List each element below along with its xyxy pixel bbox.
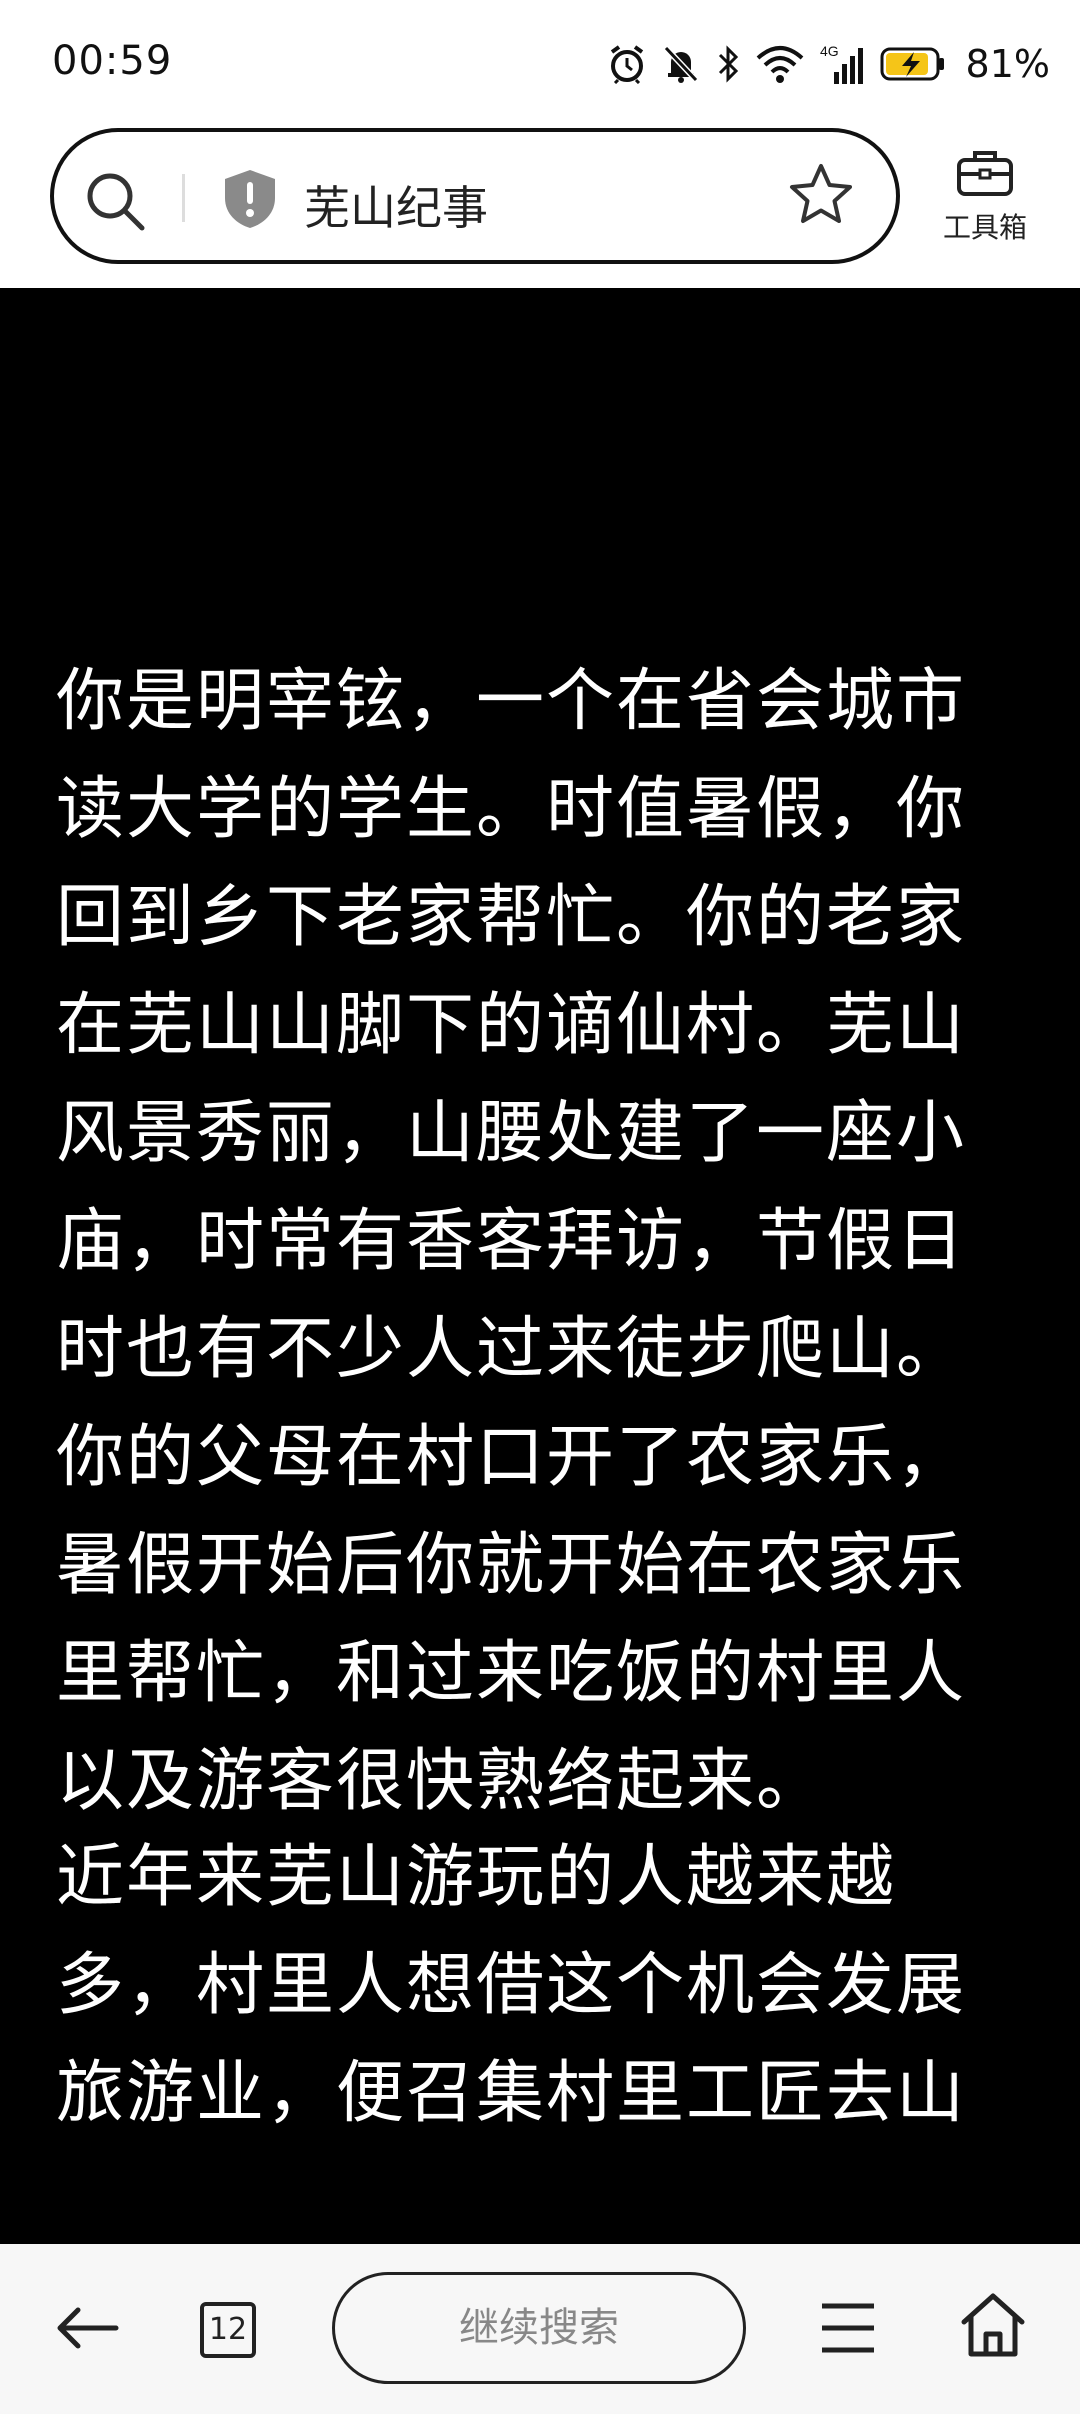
cellular-signal-icon: 4G [820, 42, 864, 86]
star-bookmark-icon[interactable] [788, 162, 854, 232]
battery-charging-icon [880, 46, 946, 82]
back-arrow-icon[interactable] [52, 2292, 124, 2368]
article-content[interactable]: 你是明宰铉，一个在省会城市读大学的学生。时值暑假，你回到乡下老家帮忙。你的老家在… [0, 288, 1080, 2244]
page-title[interactable]: 芜山纪事 [304, 172, 488, 238]
menu-icon[interactable] [820, 2300, 876, 2360]
status-bar: 00:59 4G 81% [0, 0, 1080, 120]
article-paragraph: 近年来芜山游玩的人越来越多，村里人想借这个机会发展旅游业，便召集村里工匠去山 [56, 1838, 967, 2133]
address-area: 芜山纪事 工具箱 [0, 120, 1080, 288]
url-divider [182, 174, 185, 222]
shield-warning-icon[interactable] [222, 168, 278, 234]
status-icons: 4G 81% [608, 36, 1050, 92]
svg-text:4G: 4G [820, 43, 839, 59]
bottom-navigation: 12 继续搜索 [0, 2244, 1080, 2414]
search-icon[interactable] [84, 170, 148, 238]
toolbox-icon [930, 148, 1040, 202]
toolbox-button[interactable]: 工具箱 [930, 148, 1040, 246]
wifi-icon [756, 44, 804, 84]
status-time: 00:59 [52, 38, 173, 84]
alarm-icon [608, 44, 646, 84]
toolbox-label: 工具箱 [942, 211, 1027, 244]
bluetooth-icon [716, 44, 740, 84]
tabs-count-button[interactable]: 12 [200, 2302, 256, 2358]
mute-bell-icon [662, 44, 700, 84]
continue-search-button[interactable]: 继续搜索 [332, 2272, 746, 2384]
article-paragraph: 你是明宰铉，一个在省会城市读大学的学生。时值暑假，你回到乡下老家帮忙。你的老家在… [56, 662, 967, 1821]
home-icon[interactable] [958, 2290, 1028, 2364]
battery-percent: 81% [965, 42, 1050, 86]
url-bar[interactable]: 芜山纪事 [50, 128, 900, 264]
browser-page: 00:59 4G 81% 芜山纪事 工具箱 你是明宰铉，一个在省会城市读大学的学… [0, 0, 1080, 2414]
